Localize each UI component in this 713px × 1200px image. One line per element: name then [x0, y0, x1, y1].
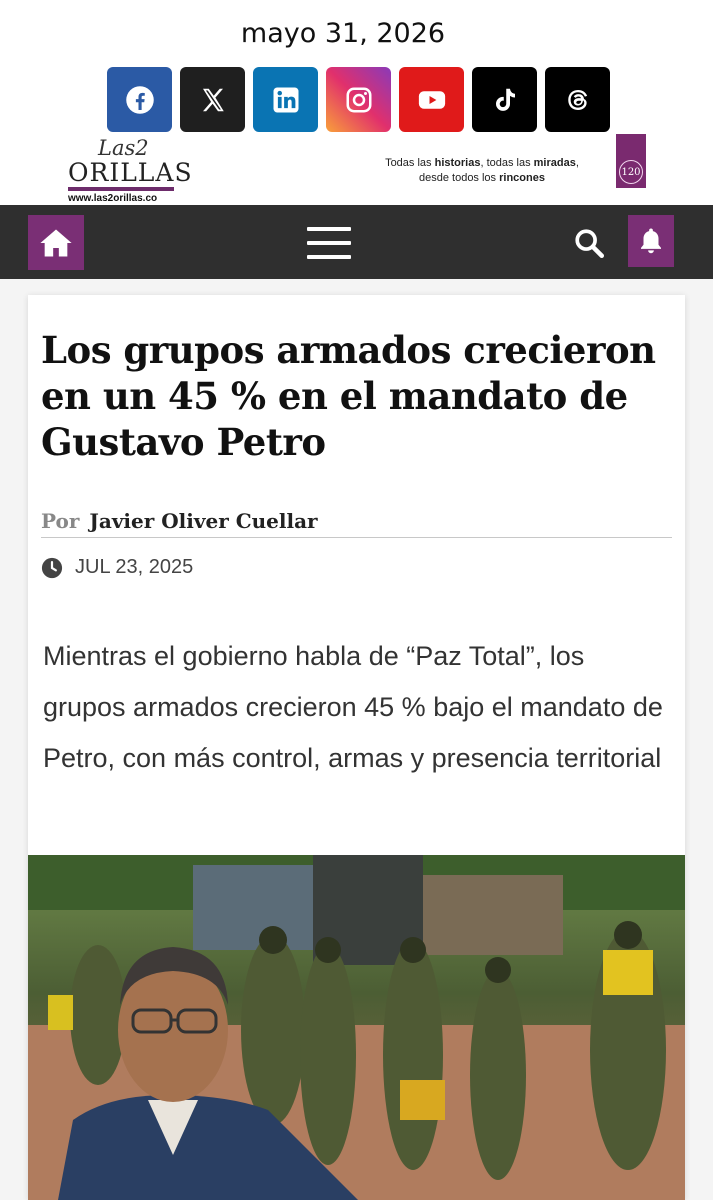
- logo-underline: [68, 187, 174, 191]
- tagline-text: , todas las: [480, 157, 534, 169]
- byline-label: Por: [41, 509, 80, 533]
- youtube-button[interactable]: [399, 67, 464, 132]
- linkedin-button[interactable]: [253, 67, 318, 132]
- threads-icon: [567, 89, 587, 110]
- logo-wordmark-small: Las2: [98, 136, 149, 160]
- main-navbar: [0, 205, 713, 279]
- hamburger-line: [307, 241, 351, 245]
- facebook-button[interactable]: [107, 67, 172, 132]
- social-links: [107, 67, 610, 132]
- emblem-number: 120: [619, 160, 643, 184]
- tagline-bold: historias: [434, 157, 481, 169]
- tagline-bold: rincones: [499, 172, 545, 184]
- tagline-bold: miradas: [533, 157, 576, 169]
- home-button[interactable]: [28, 215, 84, 270]
- article-card: Los grupos armados crecieron en un 45 % …: [28, 295, 685, 1200]
- hamburger-menu-icon: [307, 227, 351, 231]
- anniversary-emblem: 120: [616, 134, 646, 188]
- search-icon: [575, 229, 605, 259]
- youtube-icon: [418, 90, 445, 109]
- menu-button[interactable]: [307, 227, 351, 259]
- tagline-text: Todas las: [385, 157, 435, 169]
- tiktok-icon: [495, 88, 515, 111]
- search-button[interactable]: [572, 226, 606, 260]
- facebook-icon: [125, 85, 154, 114]
- site-tagline: Todas las historias, todas las miradas, …: [352, 156, 612, 186]
- hamburger-line: [307, 255, 351, 259]
- tiktok-button[interactable]: [472, 67, 537, 132]
- linkedin-icon: [273, 87, 298, 112]
- bell-icon: [641, 228, 661, 254]
- logo-url: www.las2orillas.co: [68, 193, 158, 204]
- notifications-button[interactable]: [628, 215, 674, 267]
- article-byline: Por Javier Oliver Cuellar: [41, 509, 318, 533]
- current-date: mayo 31, 2026: [240, 18, 446, 49]
- site-header: mayo 31, 2026 Las2 ORILLAS www.las2orill…: [0, 0, 713, 205]
- article-dateline: JUL 23, 2025: [41, 556, 193, 579]
- instagram-button[interactable]: [326, 67, 391, 132]
- byline-divider: [41, 537, 672, 538]
- x-button[interactable]: [180, 67, 245, 132]
- clock-icon: [41, 557, 63, 578]
- tagline-text: desde todos los: [419, 172, 500, 184]
- instagram-icon: [346, 87, 371, 112]
- author-link[interactable]: Javier Oliver Cuellar: [89, 509, 317, 533]
- article-lead: Mientras el gobierno habla de “Paz Total…: [43, 641, 663, 773]
- article-photo: [28, 855, 685, 1200]
- publish-date: JUL 23, 2025: [75, 556, 194, 578]
- home-icon: [40, 229, 72, 256]
- las2orillas-logo[interactable]: Las2 ORILLAS www.las2orillas.co: [66, 136, 192, 204]
- x-icon: [202, 88, 224, 111]
- tagline-text: ,: [575, 157, 579, 169]
- logo-wordmark: ORILLAS: [68, 158, 193, 187]
- article-headline: Los grupos armados crecieron en un 45 % …: [41, 328, 656, 464]
- threads-button[interactable]: [545, 67, 610, 132]
